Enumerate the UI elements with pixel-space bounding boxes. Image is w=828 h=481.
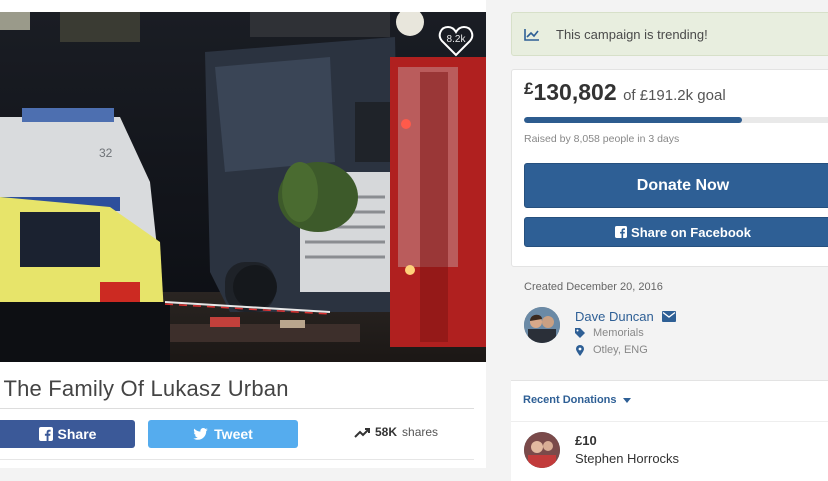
chart-trend-icon: [524, 28, 540, 41]
location-text: Otley, ENG: [593, 344, 648, 356]
tag-icon: [575, 328, 585, 338]
goal-text: of £191.2k goal: [623, 87, 726, 104]
tweet-button[interactable]: Tweet: [148, 420, 298, 448]
organizer-name-link[interactable]: Dave Duncan: [575, 309, 654, 324]
facebook-share-button[interactable]: Share: [0, 420, 135, 448]
share-count-label: shares: [402, 425, 439, 439]
amount-raised: £130,802 of £191.2k goal: [524, 79, 726, 106]
raised-summary: Raised by 8,058 people in 3 days: [524, 133, 680, 145]
favorite-count: 8.2k: [446, 33, 466, 45]
twitter-icon: [193, 428, 208, 440]
donation-amount: £10: [575, 433, 597, 448]
trending-text: This campaign is trending!: [556, 26, 708, 42]
progress-bar: [524, 117, 828, 123]
organizer-avatar[interactable]: [524, 307, 560, 343]
campaign-title: r The Family Of Lukasz Urban: [0, 376, 289, 401]
category-text: Memorials: [593, 327, 644, 339]
share-count: 58K shares: [354, 425, 438, 439]
divider: [511, 421, 828, 422]
location-pin-icon: [575, 344, 585, 356]
tweet-label: Tweet: [214, 426, 253, 442]
caret-down-icon: [622, 397, 631, 403]
campaign-photo: 32 8.2k: [0, 12, 486, 362]
recent-donations-tab[interactable]: Recent Donations: [523, 394, 631, 406]
amount-value: 130,802: [533, 79, 617, 105]
trending-up-icon: [354, 427, 370, 438]
share-on-facebook-button[interactable]: Share on Facebook: [524, 217, 828, 247]
progress-fill: [524, 117, 742, 123]
donation-card: £130,802 of £191.2k goal Raised by 8,058…: [511, 69, 828, 267]
svg-text:32: 32: [99, 146, 113, 160]
created-date: Created December 20, 2016: [524, 281, 663, 293]
campaign-main-column: 32 8.2k r The Family Of Lukasz Urban Sha…: [0, 0, 486, 468]
trending-banner: This campaign is trending!: [511, 12, 828, 56]
facebook-share-label: Share: [57, 426, 97, 442]
campaign-photo-illustration: 32: [0, 12, 486, 362]
category-row: Memorials: [575, 327, 644, 339]
facebook-icon: [615, 226, 628, 238]
share-on-facebook-label: Share on Facebook: [631, 224, 751, 240]
divider: [0, 459, 474, 460]
recent-donations-label: Recent Donations: [523, 394, 617, 406]
favorite-button[interactable]: 8.2k: [438, 24, 474, 58]
facebook-icon: [38, 427, 53, 441]
location-row: Otley, ENG: [575, 344, 648, 356]
donor-avatar: [524, 432, 560, 468]
divider: [0, 408, 474, 409]
share-count-value: 58K: [375, 425, 398, 439]
envelope-icon[interactable]: [661, 311, 676, 322]
donate-now-button[interactable]: Donate Now: [524, 163, 828, 208]
donor-name: Stephen Horrocks: [575, 451, 680, 466]
organizer-name: Dave Duncan: [575, 309, 676, 324]
